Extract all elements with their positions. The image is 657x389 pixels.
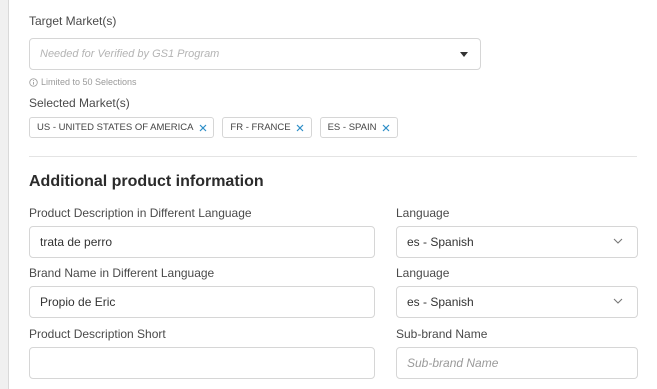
target-market-select[interactable]: Needed for Verified by GS1 Program — [29, 38, 481, 70]
brand-name-diff-lang-label: Brand Name in Different Language — [29, 266, 215, 280]
language-select-value: es - Spanish — [407, 295, 474, 309]
form-panel: Target Market(s) Needed for Verified by … — [8, 0, 657, 389]
selection-limit-text: Limited to 50 Selections — [41, 77, 137, 87]
selected-markets-chips: US - UNITED STATES OF AMERICA FR - FRANC… — [29, 117, 398, 138]
product-description-short-input[interactable] — [29, 347, 375, 379]
brand-name-diff-lang-input[interactable]: Propio de Eric — [29, 286, 375, 318]
close-icon[interactable] — [382, 123, 391, 132]
language-label: Language — [396, 206, 450, 220]
language-select[interactable]: es - Spanish — [396, 226, 638, 258]
product-description-diff-lang-value: trata de perro — [40, 235, 113, 249]
product-description-diff-lang-input[interactable]: trata de perro — [29, 226, 375, 258]
selected-markets-label: Selected Market(s) — [29, 96, 130, 110]
close-icon[interactable] — [198, 123, 207, 132]
sub-brand-name-label: Sub-brand Name — [396, 327, 488, 341]
close-icon[interactable] — [296, 123, 305, 132]
language-label: Language — [396, 266, 450, 280]
info-circle-icon — [29, 77, 38, 87]
language-select-value: es - Spanish — [407, 235, 474, 249]
product-description-diff-lang-label: Product Description in Different Languag… — [29, 206, 252, 220]
target-market-label: Target Market(s) — [29, 14, 117, 28]
market-chip-label: US - UNITED STATES OF AMERICA — [37, 122, 194, 133]
chevron-down-icon — [613, 238, 623, 244]
caret-down-icon — [460, 52, 468, 57]
market-chip-es: ES - SPAIN — [319, 117, 398, 138]
market-chip-us: US - UNITED STATES OF AMERICA — [29, 117, 215, 138]
market-chip-label: FR - FRANCE — [230, 122, 291, 133]
brand-name-diff-lang-value: Propio de Eric — [40, 295, 116, 309]
selection-limit-hint: Limited to 50 Selections — [29, 77, 137, 87]
target-market-placeholder: Needed for Verified by GS1 Program — [40, 48, 220, 60]
sub-brand-name-input[interactable]: Sub-brand Name — [396, 347, 638, 379]
product-description-short-label: Product Description Short — [29, 327, 166, 341]
sub-brand-name-placeholder: Sub-brand Name — [407, 356, 499, 370]
market-chip-fr: FR - FRANCE — [222, 117, 312, 138]
language-select[interactable]: es - Spanish — [396, 286, 638, 318]
section-title: Additional product information — [29, 173, 264, 190]
section-divider — [29, 156, 637, 157]
chevron-down-icon — [613, 298, 623, 304]
market-chip-label: ES - SPAIN — [327, 122, 377, 133]
